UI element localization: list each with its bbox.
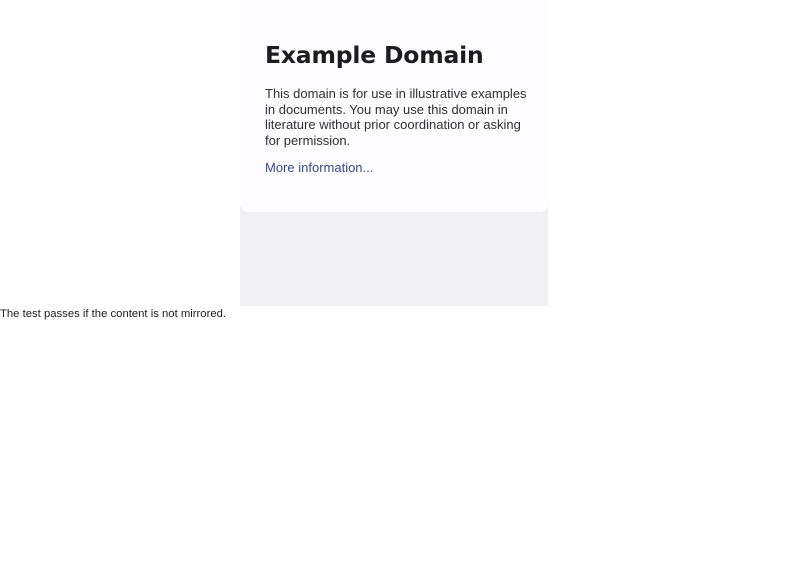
embedded-frame: Example Domain This domain is for use in… [240,0,548,306]
more-information-link[interactable]: More information... [265,160,373,176]
example-domain-card: Example Domain This domain is for use in… [240,0,548,212]
page: Example Domain This domain is for use in… [0,0,789,563]
test-instruction-text: The test passes if the content is not mi… [0,308,227,320]
description-text: This domain is for use in illustrative e… [265,86,527,148]
page-title: Example Domain [265,41,484,69]
